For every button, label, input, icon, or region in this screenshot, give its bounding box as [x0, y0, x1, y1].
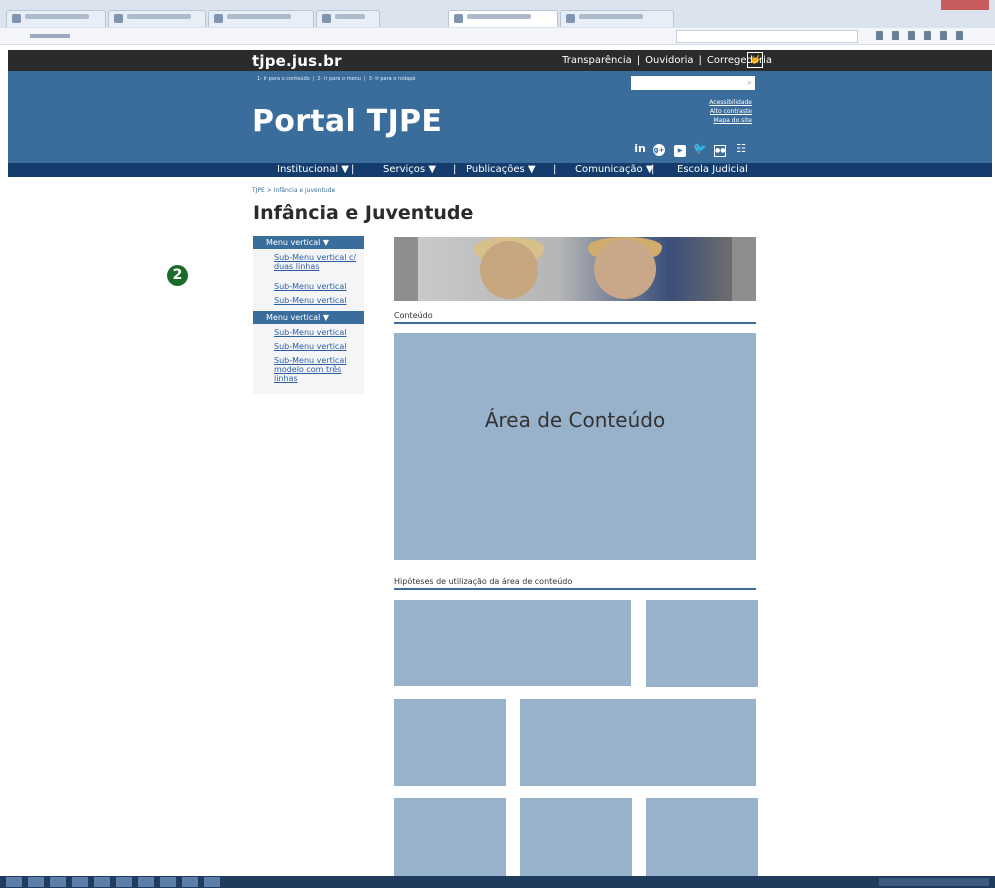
taskbar-app[interactable] — [28, 877, 44, 887]
sidebar-submenu-item[interactable]: Sub-Menu vertical — [274, 282, 346, 291]
layout-box — [394, 798, 506, 876]
menu-vertical-header[interactable]: Menu vertical ▼ — [253, 236, 364, 249]
url-field[interactable] — [30, 32, 650, 40]
browser-tab[interactable] — [316, 10, 380, 27]
sidebar-menu: Menu vertical ▼ Sub-Menu vertical c/ dua… — [253, 236, 364, 394]
hypotheses-section-label: Hipóteses de utilização da área de conte… — [394, 577, 573, 586]
star-icon[interactable] — [876, 31, 883, 40]
nav-comunicacao[interactable]: Comunicação ▼ — [575, 164, 654, 175]
browser-tab[interactable] — [208, 10, 314, 27]
accessibility-link[interactable]: Acessibilidade — [709, 98, 752, 107]
menu-vertical-header[interactable]: Menu vertical ▼ — [253, 311, 364, 324]
bookmarks-icon[interactable] — [892, 31, 899, 40]
menu-icon[interactable] — [956, 31, 963, 40]
skip-to-menu-link[interactable]: 2- Ir para o menu — [314, 76, 364, 82]
sidebar-submenu-item[interactable]: Sub-Menu vertical modelo com três linhas — [274, 356, 354, 383]
high-contrast-link[interactable]: Alto contraste — [709, 107, 752, 116]
twitter-icon[interactable]: 🐦 — [692, 141, 708, 157]
browser-tab-active[interactable] — [448, 10, 558, 27]
content-area: Área de Conteúdo — [394, 333, 756, 560]
site-banner: 1- Ir para o conteúdo | 2- Ir para o menu |… — [8, 71, 992, 163]
link-transparencia[interactable]: Transparência — [558, 55, 636, 66]
taskbar-app[interactable] — [138, 877, 154, 887]
nav-institucional[interactable]: Institucional ▼ — [277, 164, 349, 175]
layout-box — [520, 699, 756, 786]
content-section-label: Conteúdo — [394, 311, 433, 320]
nav-escola-judicial[interactable]: Escola Judicial — [677, 164, 748, 175]
taskbar-app[interactable] — [160, 877, 176, 887]
taskbar-app[interactable] — [116, 877, 132, 887]
google-plus-icon[interactable]: g+ — [651, 141, 667, 157]
nav-publicacoes[interactable]: Publicações ▼ — [466, 164, 536, 175]
taskbar-app[interactable] — [204, 877, 220, 887]
linkedin-icon[interactable]: in — [632, 141, 648, 157]
link-corregedoria[interactable]: Corregedoria — [703, 55, 776, 66]
rss-icon[interactable]: ☷ — [733, 141, 749, 157]
site-name[interactable]: tjpe.jus.br — [252, 52, 342, 70]
top-links: Transparência | Ouvidoria | Corregedoria — [558, 55, 776, 66]
home-icon[interactable] — [924, 31, 931, 40]
taskbar-app[interactable] — [182, 877, 198, 887]
content-section-rule — [394, 322, 756, 324]
step-badge: 2 — [167, 265, 188, 286]
content-area-label: Área de Conteúdo — [484, 408, 666, 432]
youtube-icon[interactable]: ▶ — [672, 141, 688, 157]
link-ouvidoria[interactable]: Ouvidoria — [641, 55, 697, 66]
layout-box — [520, 798, 632, 876]
hypotheses-section-rule — [394, 588, 756, 590]
browser-tab[interactable] — [108, 10, 206, 27]
main-nav: Institucional ▼ | Serviços ▼ | Publicaçõ… — [8, 163, 992, 177]
hero-image — [394, 237, 756, 301]
skip-to-content-link[interactable]: 1- Ir para o conteúdo — [254, 76, 313, 82]
window-controls[interactable] — [941, 0, 989, 10]
taskbar-app[interactable] — [94, 877, 110, 887]
portal-title[interactable]: Portal TJPE — [252, 104, 442, 139]
os-taskbar — [0, 876, 995, 888]
layout-box — [394, 600, 631, 686]
browser-search-field[interactable] — [676, 30, 858, 43]
taskbar-app[interactable] — [50, 877, 66, 887]
sitemap-link[interactable]: Mapa do site — [709, 116, 752, 125]
download-icon[interactable] — [908, 31, 915, 40]
site-top-bar: tjpe.jus.br Transparência | Ouvidoria | Corr… — [8, 50, 992, 71]
system-tray[interactable] — [879, 878, 989, 886]
flickr-icon[interactable]: ●● — [712, 141, 728, 157]
layout-box — [646, 798, 758, 876]
libras-icon[interactable]: 🤟 — [747, 52, 763, 68]
layout-box — [394, 699, 506, 786]
page-title: Infância e Juventude — [253, 202, 474, 224]
sidebar-submenu-item[interactable]: Sub-Menu vertical — [274, 328, 346, 337]
breadcrumb[interactable]: TJPE > Infância e juventude — [252, 187, 335, 194]
browser-tab[interactable] — [560, 10, 674, 27]
site-search-input[interactable]: ⌕ — [631, 76, 755, 90]
accessibility-links: Acessibilidade Alto contraste Mapa do si… — [709, 98, 752, 125]
browser-tab[interactable] — [6, 10, 106, 27]
taskbar-app[interactable] — [72, 877, 88, 887]
skip-to-footer-link[interactable]: 3- Ir para o rodapé — [366, 76, 419, 82]
start-button[interactable] — [6, 877, 22, 887]
sidebar-submenu-item[interactable]: Sub-Menu vertical c/ duas linhas — [274, 253, 358, 271]
search-icon[interactable]: ⌕ — [748, 78, 752, 88]
browser-address-bar — [0, 28, 995, 45]
nav-servicos[interactable]: Serviços ▼ — [383, 164, 436, 175]
sidebar-submenu-item[interactable]: Sub-Menu vertical — [274, 342, 346, 351]
sidebar-submenu-item[interactable]: Sub-Menu vertical — [274, 296, 346, 305]
skip-links: 1- Ir para o conteúdo | 2- Ir para o menu |… — [254, 76, 418, 82]
settings-icon[interactable] — [940, 31, 947, 40]
browser-tab-strip — [0, 0, 995, 29]
layout-box — [646, 600, 758, 687]
